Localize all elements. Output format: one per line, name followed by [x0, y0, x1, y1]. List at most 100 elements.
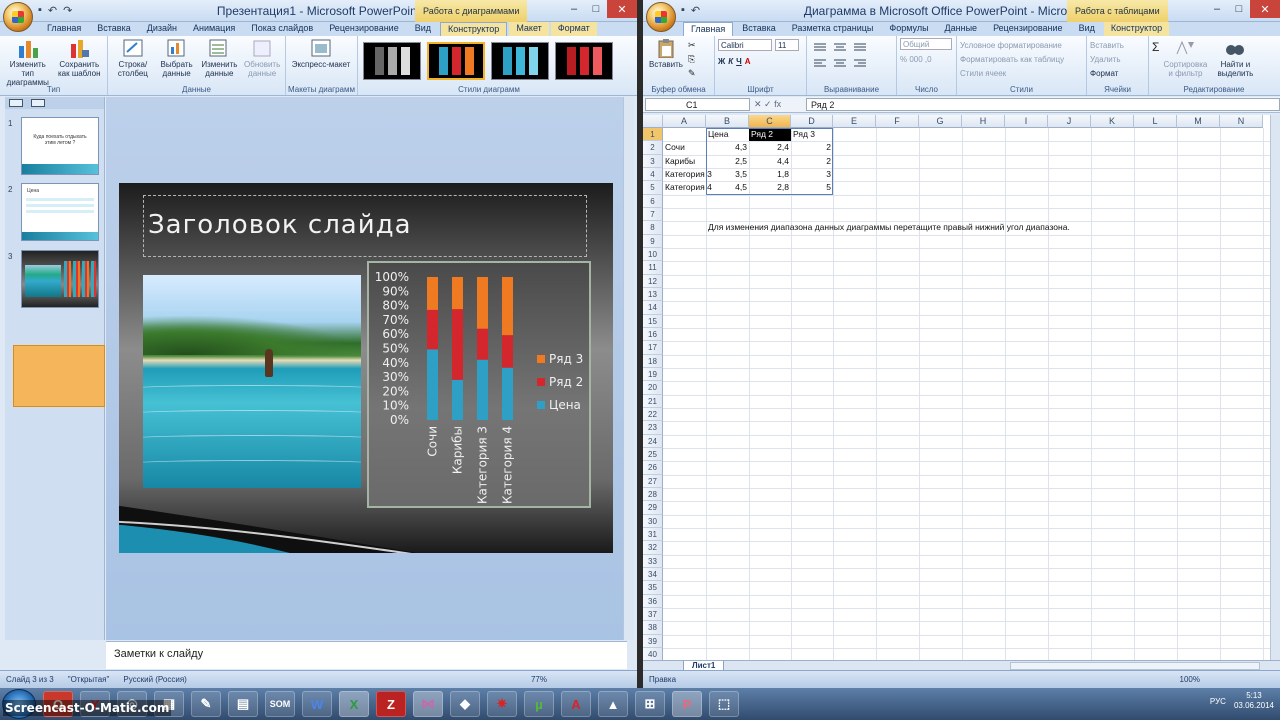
fx-icon[interactable]: ✕ ✓ fx	[754, 99, 806, 110]
table-cell[interactable]: Сочи	[663, 141, 706, 154]
edit-data-button[interactable]: Изменить данные	[199, 38, 241, 78]
column-header[interactable]: J	[1048, 115, 1091, 128]
tab-layout[interactable]: Макет	[509, 22, 549, 36]
insert-cells-button[interactable]: Вставить	[1090, 38, 1124, 52]
row-header[interactable]: 8	[643, 221, 663, 235]
font-size-select[interactable]: 11	[775, 39, 799, 51]
format-cells-button[interactable]: Формат	[1090, 66, 1118, 80]
copy-icon[interactable]: ⎘	[688, 54, 696, 65]
row-header[interactable]: 2	[643, 141, 663, 155]
word-icon[interactable]: W	[302, 691, 332, 717]
row-header[interactable]: 40	[643, 647, 663, 660]
row-header[interactable]: 37	[643, 607, 663, 622]
slide-thumbnail-2[interactable]: Цена	[21, 183, 99, 241]
column-header[interactable]: G	[919, 115, 962, 128]
column-header[interactable]: B	[706, 115, 749, 128]
clock[interactable]: 5:13 03.06.2014	[1234, 691, 1274, 711]
row-column-button[interactable]: Строка/столбец	[111, 38, 155, 78]
row-header[interactable]: 19	[643, 367, 663, 382]
tab-review[interactable]: Рецензирование	[322, 22, 406, 36]
row-header[interactable]: 1	[643, 128, 663, 142]
tab-animation[interactable]: Анимация	[186, 22, 242, 36]
column-header[interactable]: C	[749, 115, 791, 128]
table-cell[interactable]: 2,4	[749, 141, 791, 154]
row-header[interactable]: 27	[643, 474, 663, 488]
format-as-table-button[interactable]: Форматировать как таблицу	[960, 52, 1064, 66]
row-header[interactable]: 25	[643, 447, 663, 462]
screen-capture-icon[interactable]: ⬚	[709, 691, 739, 717]
row-header[interactable]: 7	[643, 207, 663, 222]
slide-thumbnail-1[interactable]: Куда поехать отдыхать этим летом ?	[21, 117, 99, 175]
notes-pane[interactable]: Заметки к слайду	[106, 641, 627, 669]
beach-photo[interactable]	[143, 275, 361, 488]
express-layout-button[interactable]: Экспресс-макет	[289, 38, 353, 69]
format-painter-icon[interactable]: ✎	[688, 68, 696, 79]
chart-style-4[interactable]	[555, 42, 613, 80]
row-header[interactable]: 5	[643, 181, 663, 195]
table-cell[interactable]: 2,5	[706, 155, 749, 168]
table-cell[interactable]: 2	[791, 155, 833, 168]
filezilla-icon[interactable]: Z	[376, 691, 406, 717]
table-cell[interactable]: Карибы	[663, 155, 706, 168]
row-header[interactable]: 12	[643, 274, 663, 288]
row-header[interactable]: 29	[643, 501, 663, 515]
row-header[interactable]: 20	[643, 381, 663, 395]
column-header[interactable]: K	[1091, 115, 1134, 128]
network-app-icon[interactable]: ⊞	[635, 691, 665, 717]
row-header[interactable]: 31	[643, 527, 663, 542]
tab-design[interactable]: Дизайн	[140, 22, 184, 36]
font-color-icon[interactable]: A	[745, 57, 751, 66]
red-app-icon[interactable]: ✷	[487, 691, 517, 717]
row-header[interactable]: 28	[643, 487, 663, 502]
row-header[interactable]: 34	[643, 567, 663, 582]
column-header[interactable]: A	[663, 115, 706, 128]
chart-style-1[interactable]	[363, 42, 421, 80]
spreadsheet-grid[interactable]: A B C D E F G H I J K L M N 1 2 3 4 5 6 7 8 9 10 11 12 13 14 15 16 17 1…	[643, 115, 1270, 660]
name-box[interactable]: C1	[645, 98, 750, 111]
row-header[interactable]: 9	[643, 234, 663, 248]
conditional-format-button[interactable]: Условное форматирование	[960, 38, 1062, 52]
row-header[interactable]: 11	[643, 261, 663, 275]
table-cell[interactable]: Категория 3	[663, 168, 712, 181]
pen-app-icon[interactable]: ✎	[191, 691, 221, 717]
change-chart-type-button[interactable]: Изменить тип диаграммы	[3, 38, 53, 87]
row-header[interactable]: 21	[643, 394, 663, 408]
delete-cells-button[interactable]: Удалить	[1090, 52, 1121, 66]
italic-icon[interactable]: К	[728, 57, 733, 66]
minimize-icon[interactable]: –	[563, 0, 585, 18]
outline-tab-icon[interactable]	[31, 99, 45, 107]
active-cell[interactable]: Ряд 2	[749, 128, 791, 142]
chart-object[interactable]: 0% 10% 20% 30% 40% 50% 60% 70% 80% 90% 100% Сочи Кар…	[367, 261, 591, 508]
sort-filter-button[interactable]: Сортировка и фильтр	[1161, 38, 1209, 78]
tab-data[interactable]: Данные	[938, 22, 985, 36]
row-header[interactable]: 38	[643, 621, 663, 635]
tab-formulas[interactable]: Формулы	[882, 22, 935, 36]
table-cell[interactable]: 2,8	[749, 181, 791, 194]
chart-style-2[interactable]	[427, 42, 485, 80]
formula-input[interactable]: Ряд 2	[806, 98, 1280, 111]
column-header[interactable]: F	[876, 115, 919, 128]
column-header[interactable]: M	[1177, 115, 1220, 128]
table-cell[interactable]: 1,8	[749, 168, 791, 181]
table-cell[interactable]: Цена	[706, 128, 749, 141]
powerpoint-taskbar-icon[interactable]: P	[672, 691, 702, 717]
diamond-app-icon[interactable]: ◆	[450, 691, 480, 717]
row-header[interactable]: 35	[643, 581, 663, 595]
table-cell[interactable]: 4,5	[706, 181, 749, 194]
row-header[interactable]: 32	[643, 541, 663, 555]
refresh-data-button[interactable]: Обновить данные	[242, 38, 282, 78]
office-button[interactable]	[3, 2, 33, 32]
select-data-button[interactable]: Выбрать данные	[157, 38, 197, 78]
close-icon[interactable]: ✕	[1250, 0, 1280, 18]
bold-icon[interactable]: Ж	[718, 57, 725, 66]
tab-view[interactable]: Вид	[408, 22, 438, 36]
torrent-icon[interactable]: µ	[524, 691, 554, 717]
slides-tab-icon[interactable]	[9, 99, 23, 107]
table-cell[interactable]: 2	[791, 141, 833, 154]
font-name-select[interactable]: Calibri	[718, 39, 772, 51]
column-header[interactable]: D	[791, 115, 833, 128]
notepad-icon[interactable]: ▤	[228, 691, 258, 717]
row-header[interactable]: 16	[643, 327, 663, 342]
table-cell[interactable]: 3	[791, 168, 833, 181]
tab-constructor[interactable]: Конструктор	[440, 22, 508, 36]
